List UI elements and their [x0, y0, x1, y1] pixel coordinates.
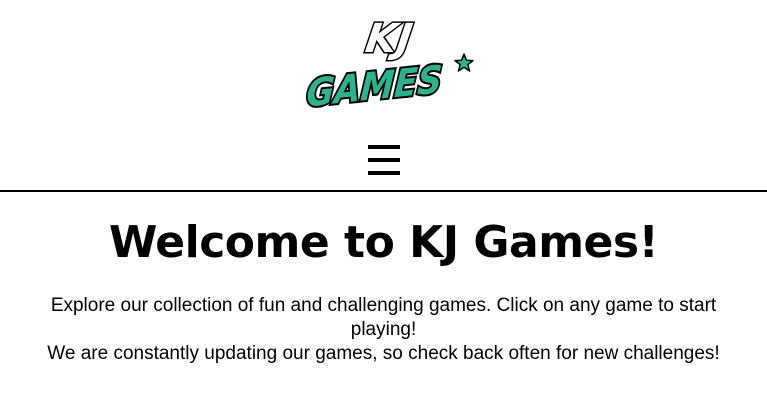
logo-games-text: GAMES — [306, 57, 443, 116]
logo-kj-text: KJ — [363, 16, 415, 62]
logo-graphic: KJ GAMES — [306, 15, 474, 116]
page-title: Welcome to KJ Games! — [108, 217, 659, 268]
menu-button[interactable] — [366, 140, 402, 180]
intro-line-explore: Explore our collection of fun and challe… — [50, 295, 717, 340]
hamburger-menu-icon — [368, 145, 400, 175]
kj-games-logo[interactable]: KJ GAMES — [306, 10, 478, 116]
page: KJ GAMES Welcome to KJ Games! Explore ou… — [0, 0, 767, 406]
intro-paragraph: Explore our collection of fun and challe… — [20, 294, 747, 366]
main-content: Welcome to KJ Games! Explore our collect… — [0, 192, 767, 406]
site-header: KJ GAMES — [0, 0, 767, 192]
star-icon — [454, 53, 474, 72]
intro-line-updates: We are constantly updating our games, so… — [47, 343, 720, 364]
